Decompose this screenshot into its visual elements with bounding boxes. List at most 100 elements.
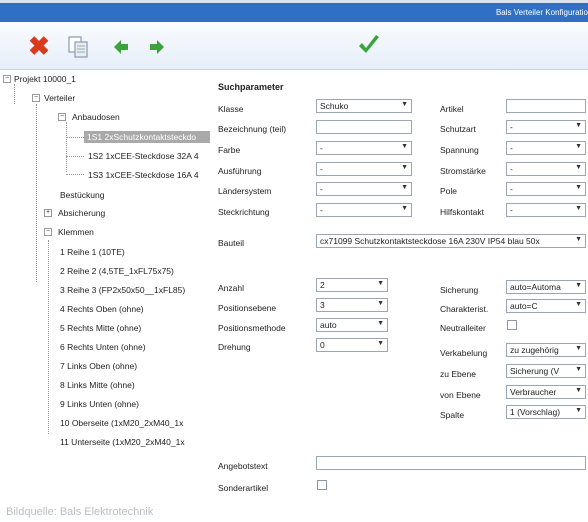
klasse-value: Schuko <box>320 101 349 111</box>
tree-item-1s1[interactable]: 1S1 2xSchutzkontaktsteckdo <box>84 131 210 143</box>
charakterist-value: auto=C <box>510 301 538 311</box>
klasse-select[interactable]: Schuko ▼ <box>316 99 412 113</box>
positionsmethode-label: Positionsmethode <box>218 323 286 333</box>
chevron-down-icon: ▼ <box>575 143 582 150</box>
verkabelung-value: zu zugehörig <box>510 345 559 355</box>
neutralleiter-checkbox[interactable] <box>507 320 517 330</box>
tree-item-row[interactable]: 4 Rechts Oben (ohne) <box>60 304 210 314</box>
angebotstext-label: Angebotstext <box>218 461 268 471</box>
tree-toggle[interactable]: − <box>44 228 52 236</box>
search-heading: Suchparameter <box>218 82 284 92</box>
tree-item-klemmen[interactable]: Klemmen <box>58 227 94 237</box>
tree-item-row[interactable]: 8 Links Mitte (ohne) <box>60 380 210 390</box>
tree-item-row[interactable]: 2 Reihe 2 (4,5TE_1xFL75x75) <box>60 266 210 276</box>
tree-item-row[interactable]: 9 Links Unten (ohne) <box>60 399 210 409</box>
tree-item-row[interactable]: 6 Rechts Unten (ohne) <box>60 342 210 352</box>
von-ebene-select[interactable]: Verbraucher ▼ <box>506 385 586 399</box>
check-icon[interactable] <box>356 32 382 58</box>
stromstaerke-select[interactable]: - ▼ <box>506 162 586 176</box>
verkabelung-select[interactable]: zu zugehörig ▼ <box>506 343 586 357</box>
spalte-select[interactable]: 1 (Vorschlag) ▼ <box>506 405 586 419</box>
spannung-select[interactable]: - ▼ <box>506 141 586 155</box>
schutzart-select[interactable]: - ▼ <box>506 120 586 134</box>
tree-item-row[interactable]: 1 Reihe 1 (10TE) <box>60 247 210 257</box>
ausfuehrung-select[interactable]: - ▼ <box>316 162 412 176</box>
bezeichnung-input[interactable] <box>316 120 412 134</box>
chevron-down-icon: ▼ <box>575 366 582 373</box>
positionsebene-label: Positionsebene <box>218 303 277 313</box>
pole-value: - <box>510 184 513 194</box>
spalte-value: 1 (Vorschlag) <box>510 407 561 417</box>
tree-item-bestueckung[interactable]: Bestückung <box>60 190 104 200</box>
artikel-input[interactable] <box>506 99 586 113</box>
steckrichtung-select[interactable]: - ▼ <box>316 203 412 217</box>
laendersystem-label: Ländersystem <box>218 186 272 196</box>
ausfuehrung-label: Ausführung <box>218 166 262 176</box>
tree-line <box>36 104 37 282</box>
tree-line <box>48 240 49 434</box>
tree-item-row[interactable]: 5 Rechts Mitte (ohne) <box>60 323 210 333</box>
von-ebene-label: von Ebene <box>440 390 481 400</box>
schutzart-value: - <box>510 122 513 132</box>
chevron-down-icon: ▼ <box>575 387 582 394</box>
tree-item-absicherung[interactable]: Absicherung <box>58 208 105 218</box>
tree-item-1s2[interactable]: 1S2 1xCEE-Steckdose 32A 4 <box>88 151 210 161</box>
tree-toggle[interactable]: − <box>3 75 11 83</box>
zu-ebene-select[interactable]: Sicherung (V ▼ <box>506 364 586 378</box>
farbe-select[interactable]: - ▼ <box>316 141 412 155</box>
tree-item-row[interactable]: 11 Unterseite (1xM20_2xM40_1x <box>60 437 210 447</box>
project-tree: − Projekt 10000_1 − Verteiler − Anbaudos… <box>0 74 210 494</box>
arrow-right-icon[interactable] <box>148 38 166 56</box>
steckrichtung-label: Steckrichtung <box>218 207 270 217</box>
klasse-label: Klasse <box>218 104 244 114</box>
bauteil-value: cx71099 Schutzkontaktsteckdose 16A 230V … <box>320 236 540 246</box>
tree-line <box>66 137 84 138</box>
tree-line <box>66 122 67 172</box>
tree-item-row[interactable]: 3 Reihe 3 (FP2x50x50__1xFL85) <box>60 285 210 295</box>
tree-line <box>66 156 84 157</box>
image-credit: Bildquelle: Bals Elektrotechnik <box>6 506 154 518</box>
hilfskontakt-select[interactable]: - ▼ <box>506 203 586 217</box>
sonderartikel-checkbox[interactable] <box>317 480 327 490</box>
chevron-down-icon: ▼ <box>377 280 384 287</box>
delete-icon[interactable]: ✖ <box>28 33 50 59</box>
chevron-down-icon: ▼ <box>377 300 384 307</box>
chevron-down-icon: ▼ <box>575 407 582 414</box>
bauteil-select[interactable]: cx71099 Schutzkontaktsteckdose 16A 230V … <box>316 234 586 248</box>
arrow-left-icon[interactable] <box>112 38 130 56</box>
anzahl-value: 2 <box>320 280 325 290</box>
tree-item-1s3[interactable]: 1S3 1xCEE-Steckdose 16A 4 <box>88 170 210 180</box>
tree-item-verteiler[interactable]: Verteiler <box>44 93 75 103</box>
drehung-value: 0 <box>320 340 325 350</box>
pole-label: Pole <box>440 186 458 196</box>
tree-item-row[interactable]: 10 Oberseite (1xM20_2xM40_1x <box>60 418 210 428</box>
tree-item-project[interactable]: Projekt 10000_1 <box>14 74 76 84</box>
tree-toggle[interactable]: − <box>58 113 66 121</box>
chevron-down-icon: ▼ <box>575 122 582 129</box>
farbe-label: Farbe <box>218 145 241 155</box>
positionsebene-select[interactable]: 3 ▼ <box>316 298 388 312</box>
pole-select[interactable]: - ▼ <box>506 182 586 196</box>
charakterist-select[interactable]: auto=C ▼ <box>506 299 586 313</box>
artikel-label: Artikel <box>440 104 464 114</box>
verkabelung-label: Verkabelung <box>440 348 488 358</box>
chevron-down-icon: ▼ <box>575 282 582 289</box>
toolbar: ✖ <box>0 22 588 70</box>
copy-icon[interactable] <box>66 35 90 59</box>
stromstaerke-label: Stromstärke <box>440 166 486 176</box>
laendersystem-select[interactable]: - ▼ <box>316 182 412 196</box>
tree-toggle[interactable]: − <box>32 94 40 102</box>
positionsmethode-select[interactable]: auto ▼ <box>316 318 388 332</box>
positionsmethode-value: auto <box>320 320 337 330</box>
angebotstext-input[interactable] <box>316 456 586 470</box>
chevron-down-icon: ▼ <box>401 143 408 150</box>
schutzart-label: Schutzart <box>440 124 476 134</box>
drehung-select[interactable]: 0 ▼ <box>316 338 388 352</box>
chevron-down-icon: ▼ <box>401 205 408 212</box>
window-title: Bals Verteiler Konfiguratio <box>495 8 588 17</box>
sicherung-select[interactable]: auto=Automa ▼ <box>506 280 586 294</box>
tree-item-anbaudosen[interactable]: Anbaudosen <box>72 112 120 122</box>
tree-toggle[interactable]: + <box>44 209 52 217</box>
anzahl-select[interactable]: 2 ▼ <box>316 278 388 292</box>
tree-item-row[interactable]: 7 Links Oben (ohne) <box>60 361 210 371</box>
